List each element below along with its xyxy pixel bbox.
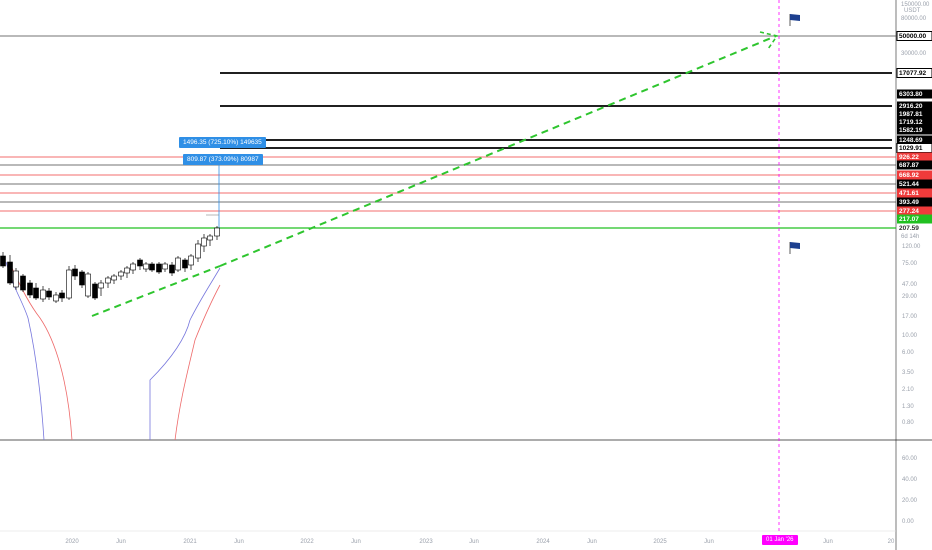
band-outer-right — [149, 267, 221, 440]
time-axis-tick: Jun — [823, 539, 833, 545]
candle — [143, 263, 149, 270]
candle — [137, 259, 143, 267]
indicator-axis-tick: 20.00 — [902, 498, 918, 504]
price-tag-label: 17077.92 — [899, 70, 926, 77]
candle — [0, 255, 6, 267]
time-axis-tick: 2020 — [65, 539, 79, 545]
time-axis-tick: Jun — [351, 539, 361, 545]
candle — [79, 271, 85, 286]
band-inner-right — [174, 284, 221, 441]
price-axis-tick: 6.00 — [902, 350, 914, 356]
candle — [27, 282, 33, 296]
candle — [169, 264, 175, 274]
time-axis-tick: Jun — [704, 539, 714, 545]
price-tag-label: 393.49 — [899, 199, 919, 206]
time-axis-tick: Jun — [116, 539, 126, 545]
time-axis-tick: 2023 — [419, 539, 433, 545]
candle — [214, 227, 220, 237]
price-tag-label: 1029.91 — [899, 145, 923, 152]
price-tag-label: 277.24 — [899, 208, 919, 215]
candle — [207, 235, 213, 241]
projection-arrowhead — [759, 31, 779, 50]
candle — [92, 283, 98, 299]
time-axis-tick: 2021 — [183, 539, 197, 545]
candle — [124, 267, 130, 274]
candle — [175, 257, 181, 271]
flag-icon — [790, 242, 800, 249]
price-tag-label: 1987.81 — [899, 111, 923, 118]
indicator-axis-tick: 40.00 — [902, 477, 918, 483]
candle — [149, 263, 155, 271]
time-axis-tick: Jun — [587, 539, 597, 545]
currency-label: USDT — [904, 8, 921, 14]
candle — [72, 268, 78, 277]
time-axis-tick: 2025 — [653, 539, 667, 545]
time-axis-tick: 2024 — [536, 539, 550, 545]
candle — [188, 255, 194, 266]
price-axis-tick: 3.50 — [902, 370, 914, 376]
candle — [156, 263, 162, 273]
candle — [13, 270, 19, 288]
flag-icon — [790, 14, 800, 21]
price-tag-label: 207.59 — [899, 225, 919, 232]
candle — [130, 263, 136, 271]
price-axis-tick: 17.00 — [902, 314, 918, 320]
highlighted-date-tag: 01 Jan '26 — [762, 535, 798, 545]
candle — [182, 259, 188, 269]
measure-label-bottom[interactable]: 809.87 (373.09%) 80987 — [183, 154, 263, 165]
price-tag-label: 668.92 — [899, 172, 919, 179]
price-axis-tick: 29.00 — [902, 294, 918, 300]
price-axis-tick: 30000.00 — [901, 51, 927, 57]
price-axis-tick: 75.00 — [902, 261, 918, 267]
projection-line — [219, 35, 777, 267]
candle — [33, 287, 39, 299]
candle — [201, 237, 207, 247]
projection-lower-leg — [91, 265, 221, 317]
price-tag-label: 6303.80 — [899, 91, 923, 98]
price-axis-tick: 2.10 — [902, 387, 914, 393]
price-tag-label: 471.61 — [899, 190, 919, 197]
indicator-axis-tick: 60.00 — [902, 456, 918, 462]
candle — [85, 273, 91, 297]
price-tag-label: 217.07 — [899, 216, 919, 223]
candle — [162, 263, 168, 270]
candle — [53, 294, 59, 302]
price-axis-tick: 80000.00 — [901, 16, 927, 22]
time-axis-tick: 20 — [888, 539, 895, 545]
price-tag-label: 926.22 — [899, 154, 919, 161]
candle — [46, 290, 52, 298]
time-axis-tick: Jun — [469, 539, 479, 545]
candle — [111, 275, 117, 281]
price-tag-label: 521.44 — [899, 181, 919, 188]
price-axis-tick: 47.00 — [902, 282, 918, 288]
candle — [118, 271, 124, 277]
price-axis-tick: 1.30 — [902, 404, 914, 410]
price-tag-label: 687.87 — [899, 162, 919, 169]
price-tag-label: 1582.19 — [899, 127, 923, 134]
price-axis-tick: 10.00 — [902, 333, 918, 339]
candle — [20, 275, 26, 291]
countdown-label: 6d 14h — [901, 234, 919, 240]
measure-label-top[interactable]: 1496.35 (725.10%) 149635 — [179, 137, 266, 148]
price-tag-label: 2916.20 — [899, 103, 923, 110]
indicator-axis-tick: 0.00 — [902, 519, 914, 525]
candle — [40, 289, 46, 300]
candle — [195, 243, 201, 259]
candle — [105, 277, 111, 284]
candle — [7, 261, 13, 284]
candle — [66, 269, 72, 299]
candle — [59, 292, 65, 299]
price-axis-tick: 0.80 — [902, 420, 914, 426]
price-tag-label: 1719.12 — [899, 119, 923, 126]
candle — [98, 282, 104, 289]
time-axis-tick: 2022 — [300, 539, 314, 545]
price-tag-label: 50000.00 — [899, 33, 926, 40]
price-chart[interactable]: 50000.00 17077.92 6303.80 2916.201987.81171… — [0, 0, 932, 550]
price-axis-tick: 120.00 — [902, 244, 921, 250]
time-axis-tick: Jun — [234, 539, 244, 545]
